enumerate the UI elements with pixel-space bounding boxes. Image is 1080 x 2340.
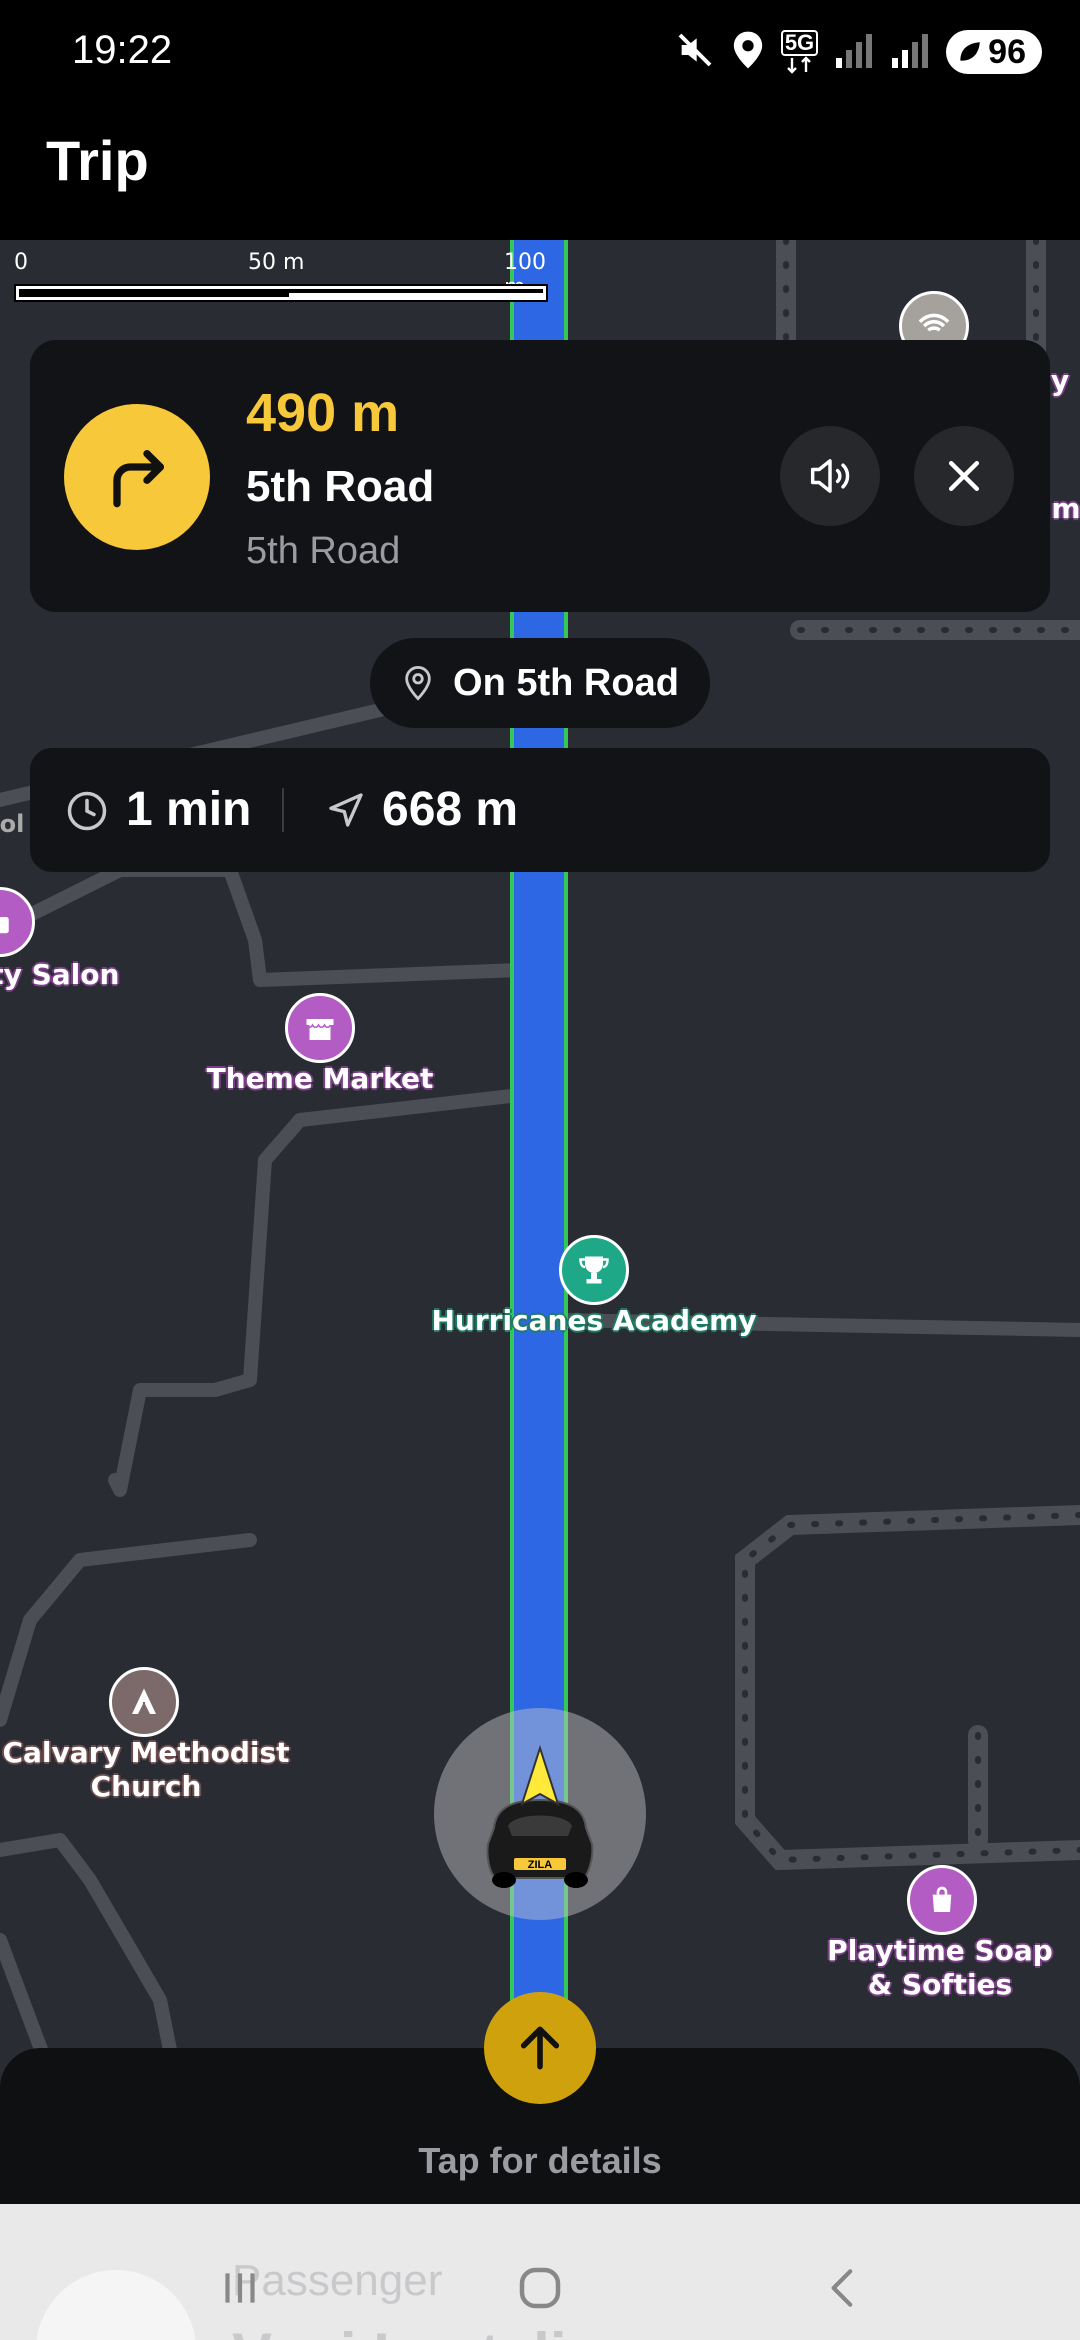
car-icon: ZILA [486, 1744, 594, 1888]
map-label-fragment: m [1051, 492, 1080, 525]
poi-shopping-bag-icon[interactable] [907, 1865, 977, 1935]
poi-label-market: Theme Market [206, 1062, 434, 1095]
eta-card: 1 min 668 m [30, 748, 1050, 872]
status-icons: 5G 96 [675, 26, 1042, 78]
status-time: 19:22 [72, 28, 173, 72]
recent-apps-icon [225, 2273, 255, 2303]
poi-label-soap-line2: & Softies [867, 1967, 1013, 2001]
eta-distance: 668 m [382, 783, 519, 836]
app-bar: Trip [0, 100, 1080, 240]
back-icon [831, 2269, 853, 2307]
leaf-icon [960, 42, 981, 61]
recenter-button[interactable] [484, 1992, 596, 2104]
network-type: 5G [780, 30, 819, 56]
battery-level: 96 [988, 32, 1026, 71]
home-button[interactable] [510, 2258, 570, 2318]
signal-icon [890, 30, 930, 75]
scale-bar-graphic [14, 284, 548, 302]
close-icon [948, 460, 980, 492]
current-road-pill: On 5th Road [370, 638, 710, 728]
mute-icon [675, 30, 715, 75]
close-button[interactable] [914, 426, 1014, 526]
instruction-card[interactable]: 490 m 5th Road 5th Road [30, 340, 1050, 612]
poi-label-church: Calvary Methodist Church [2, 1736, 289, 1803]
arrow-up-icon [520, 2026, 560, 2070]
passenger-name: Vusi Lentelie [232, 2320, 600, 2340]
current-road-label: On 5th Road [453, 661, 679, 704]
recent-apps-button[interactable] [210, 2258, 270, 2318]
speaker-icon [810, 459, 850, 493]
poi-label-academy: Hurricanes Academy [431, 1304, 757, 1337]
poi-trophy-icon[interactable] [559, 1235, 629, 1305]
scale-bar: 0 50 m 100 m [10, 240, 550, 320]
instruction-distance: 490 m [246, 383, 400, 443]
battery-indicator: 96 [946, 30, 1042, 74]
turn-right-icon [64, 404, 210, 550]
poi-label-church-line2: Church [90, 1769, 202, 1803]
poi-church-icon[interactable] [109, 1667, 179, 1737]
tap-for-details[interactable]: Tap for details [0, 2140, 1080, 2182]
status-bar: 19:22 5G 96 [0, 0, 1080, 100]
poi-market-icon[interactable] [285, 993, 355, 1063]
scale-label-0: 0 [14, 250, 28, 275]
poi-label-church-line1: Calvary Methodist [2, 1736, 290, 1769]
heading-arrow-icon [520, 1744, 560, 1807]
5g-icon: 5G [780, 30, 819, 74]
location-icon [731, 30, 765, 75]
clock-icon [67, 791, 107, 831]
page-title: Trip [46, 129, 149, 192]
poi-label-soap: Playtime Soap & Softies [827, 1934, 1053, 2001]
back-button[interactable] [814, 2258, 874, 2318]
location-pin-icon [405, 665, 431, 701]
map-label-fragment: ol [0, 810, 25, 838]
signal-icon [834, 30, 874, 75]
eta-divider [282, 788, 284, 832]
sound-button[interactable] [780, 426, 880, 526]
passenger-panel[interactable]: Passenger Vusi Lentelie [0, 2204, 1080, 2340]
avatar [36, 2270, 196, 2340]
vehicle-location-puck: ZILA [434, 1708, 646, 1920]
car-plate: ZILA [528, 1859, 552, 1871]
scale-label-50: 50 m [248, 250, 305, 275]
instruction-road: 5th Road [246, 462, 435, 511]
poi-label-salon: ıty Salon [0, 958, 120, 991]
home-icon [519, 2267, 561, 2309]
map-label-fragment: y [1050, 364, 1070, 397]
eta-time: 1 min [126, 783, 252, 836]
navigation-arrow-icon [329, 793, 363, 827]
poi-label-soap-line1: Playtime Soap [827, 1934, 1053, 1967]
instruction-sub-road: 5th Road [246, 530, 401, 572]
